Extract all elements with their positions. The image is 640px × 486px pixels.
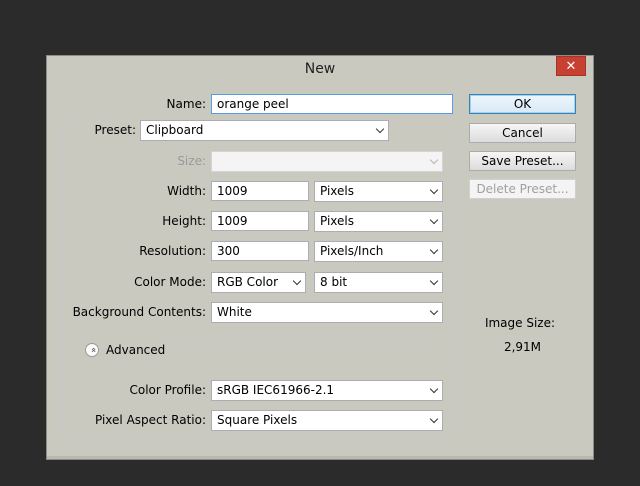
chevron-down-icon — [429, 414, 439, 424]
color-mode-select[interactable]: RGB Color — [211, 272, 306, 293]
bit-depth-value: 8 bit — [320, 275, 348, 289]
size-label: Size: — [177, 154, 206, 168]
color-profile-select[interactable]: sRGB IEC61966-2.1 — [211, 380, 443, 401]
close-button[interactable]: ✕ — [556, 56, 586, 76]
size-select — [211, 151, 443, 172]
window-bottom-edge — [47, 456, 593, 459]
chevron-down-icon — [429, 276, 439, 286]
resolution-unit-value: Pixels/Inch — [320, 244, 384, 258]
advanced-divider — [166, 349, 432, 350]
ok-button[interactable]: OK — [469, 94, 576, 114]
height-label: Height: — [162, 214, 206, 228]
image-size-value: 2,91M — [503, 340, 542, 354]
pixel-aspect-ratio-label: Pixel Aspect Ratio: — [95, 413, 206, 427]
image-size-label: Image Size: — [484, 316, 556, 330]
pixel-aspect-ratio-select[interactable]: Square Pixels — [211, 410, 443, 431]
pixel-aspect-ratio-value: Square Pixels — [217, 413, 298, 427]
width-label: Width: — [167, 184, 206, 198]
name-input[interactable]: orange peel — [211, 94, 453, 114]
chevron-down-icon — [429, 155, 439, 165]
preset-label: Preset: — [94, 123, 136, 137]
color-profile-value: sRGB IEC61966-2.1 — [217, 383, 335, 397]
chevron-down-icon — [429, 215, 439, 225]
resolution-input[interactable]: 300 — [211, 241, 309, 261]
color-profile-label: Color Profile: — [129, 383, 207, 397]
preset-select[interactable]: Clipboard — [140, 120, 389, 141]
dialog-title: New — [304, 61, 336, 77]
chevron-down-icon — [375, 124, 385, 134]
chevron-down-icon — [429, 384, 439, 394]
advanced-toggle-label[interactable]: Advanced — [106, 340, 166, 360]
cancel-button[interactable]: Cancel — [469, 123, 576, 143]
save-preset-button[interactable]: Save Preset... — [469, 151, 576, 171]
background-contents-select[interactable]: White — [211, 302, 443, 323]
color-mode-label: Color Mode: — [134, 275, 206, 289]
delete-preset-button: Delete Preset... — [469, 179, 576, 199]
chevron-down-icon — [429, 185, 439, 195]
chevron-down-icon — [292, 276, 302, 286]
background-contents-label: Background Contents: — [72, 305, 206, 319]
chevron-down-icon — [429, 306, 439, 316]
width-unit-select[interactable]: Pixels — [314, 181, 443, 202]
resolution-label: Resolution: — [139, 244, 206, 258]
height-unit-select[interactable]: Pixels — [314, 211, 443, 232]
resolution-unit-select[interactable]: Pixels/Inch — [314, 241, 443, 262]
width-input[interactable]: 1009 — [211, 181, 309, 201]
width-unit-value: Pixels — [320, 184, 355, 198]
name-label: Name: — [166, 97, 206, 111]
collapse-advanced-icon[interactable]: « — [85, 343, 99, 357]
preset-value: Clipboard — [146, 123, 204, 137]
color-mode-value: RGB Color — [217, 275, 279, 289]
height-input[interactable]: 1009 — [211, 211, 309, 231]
height-unit-value: Pixels — [320, 214, 355, 228]
bit-depth-select[interactable]: 8 bit — [314, 272, 443, 293]
chevron-down-icon — [429, 245, 439, 255]
background-contents-value: White — [217, 305, 252, 319]
